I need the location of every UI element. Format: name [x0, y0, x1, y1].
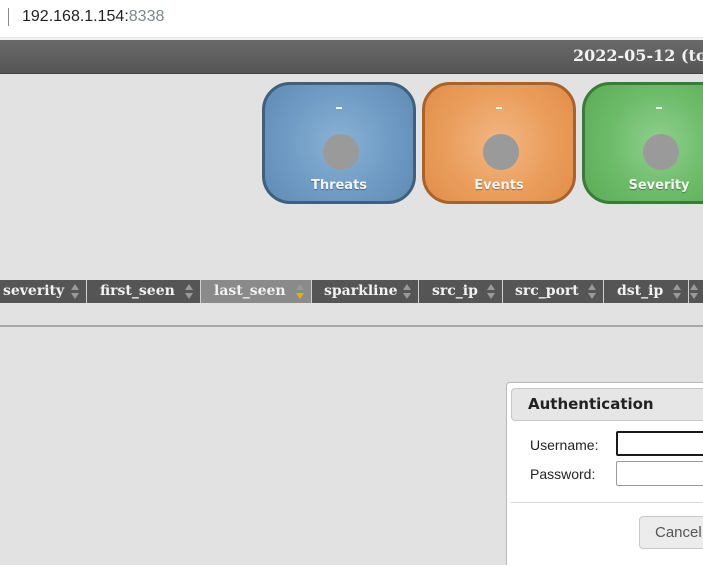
column-label: last_seen: [214, 283, 286, 299]
events-count: –: [495, 98, 503, 116]
column-label: src_ip: [432, 283, 478, 299]
sort-desc-icon: [296, 284, 305, 299]
column-header-severity[interactable]: severity: [0, 280, 87, 303]
cancel-button[interactable]: Cancel: [639, 516, 703, 549]
events-label: Events: [474, 178, 524, 193]
sort-arrows-icon: [673, 284, 682, 299]
browser-address-bar: 192.168.1.154:8338: [0, 0, 703, 38]
url-host: 192.168.1.154:: [22, 8, 129, 25]
severity-counter[interactable]: – Severity: [582, 82, 703, 204]
column-header-sparkline[interactable]: sparkline: [312, 280, 419, 303]
sort-arrows-icon: [588, 284, 597, 299]
url-port: 8338: [128, 8, 165, 25]
authentication-dialog: Authentication Username: Password: Cance…: [506, 382, 703, 565]
column-label: severity: [3, 283, 65, 299]
top-header-bar: 2022-05-12 (to: [0, 40, 703, 74]
loading-spinner-icon: [323, 134, 359, 170]
column-label: src_port: [515, 283, 579, 299]
sort-arrows-icon: [403, 284, 412, 299]
loading-spinner-icon: [643, 134, 679, 170]
username-input[interactable]: [616, 431, 703, 456]
date-range-label[interactable]: 2022-05-12 (to: [573, 46, 703, 66]
password-label: Password:: [530, 466, 596, 482]
sort-arrows-icon: [185, 284, 194, 299]
events-table-header: severity first_seen last_seen sparkline …: [0, 280, 703, 303]
dialog-divider: [511, 502, 703, 503]
username-label: Username:: [530, 437, 599, 453]
column-header-first-seen[interactable]: first_seen: [87, 280, 201, 303]
sort-arrows-icon: [71, 284, 80, 299]
threats-count: –: [335, 98, 343, 116]
dialog-titlebar[interactable]: Authentication: [511, 388, 703, 421]
column-header-src-ip[interactable]: src_ip: [419, 280, 503, 303]
threats-counter[interactable]: – Threats: [262, 82, 416, 204]
password-input[interactable]: [616, 461, 703, 486]
sort-arrows-icon: [690, 284, 699, 299]
dialog-title: Authentication: [528, 395, 654, 413]
loading-spinner-icon: [483, 134, 519, 170]
table-bottom-border: [0, 325, 703, 327]
sort-arrows-icon: [487, 284, 496, 299]
events-counter[interactable]: – Events: [422, 82, 576, 204]
column-header-dst-ip[interactable]: dst_ip: [604, 280, 689, 303]
url-field[interactable]: 192.168.1.154:8338: [22, 6, 164, 28]
column-header-last-seen[interactable]: last_seen: [201, 280, 312, 303]
column-label: sparkline: [324, 283, 398, 299]
severity-count: –: [655, 98, 663, 116]
threats-label: Threats: [310, 178, 368, 193]
column-header-src-port[interactable]: src_port: [503, 280, 604, 303]
severity-label: Severity: [628, 178, 690, 193]
column-header-overflow[interactable]: [689, 280, 703, 303]
column-label: dst_ip: [617, 283, 664, 299]
column-label: first_seen: [100, 283, 175, 299]
address-bar-separator: [8, 8, 9, 26]
